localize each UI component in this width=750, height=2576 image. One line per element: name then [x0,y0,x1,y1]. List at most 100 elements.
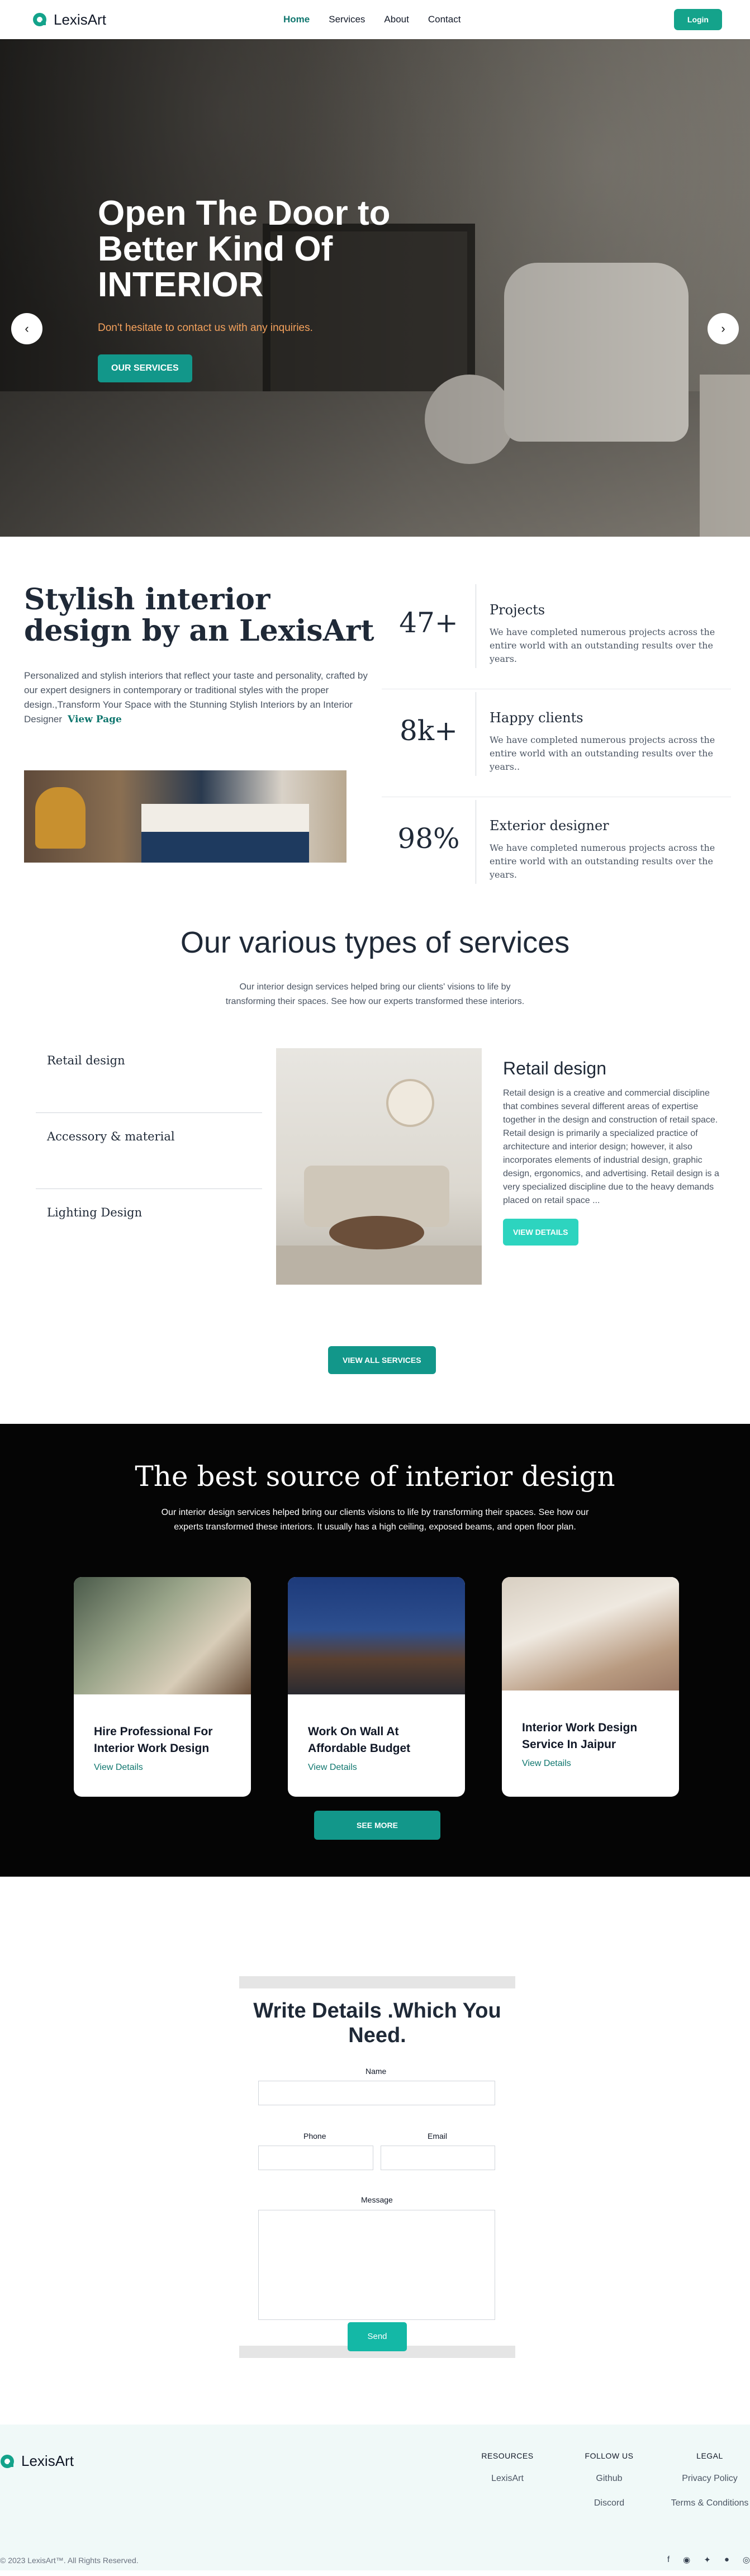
discord-icon[interactable]: ◉ [683,2555,690,2565]
service-card[interactable]: Work On Wall At Affordable Budget View D… [288,1577,465,1797]
stat-value: 98% [397,822,460,855]
nav-services[interactable]: Services [329,14,365,25]
phone-input[interactable] [258,2146,373,2170]
stat-body: Projects We have completed numerous proj… [476,584,721,668]
services-section: Our various types of services Our interi… [0,889,750,1424]
card-title: Work On Wall At Affordable Budget [308,1725,411,1755]
stat-projects: 47+ Projects We have completed numerous … [382,581,731,689]
service-detail-text: Retail design is a creative and commerci… [503,1088,719,1205]
our-services-button[interactable]: OUR SERVICES [98,354,192,382]
hero-subtitle: Don't hesitate to contact us with any in… [98,322,313,334]
stats-list: 47+ Projects We have completed numerous … [382,581,731,905]
logo-icon [1,2454,14,2468]
footer-link[interactable]: Terms & Conditions [659,2498,750,2508]
social-icons: f ◉ ✦ ● ◎ [667,2555,750,2565]
email-label: Email [428,2132,448,2141]
card-title: Interior Work Design Service In Jaipur [522,1721,638,1751]
service-card[interactable]: Hire Professional For Interior Work Desi… [74,1577,251,1797]
stat-text: We have completed numerous projects acro… [490,735,715,772]
facebook-icon[interactable]: f [667,2555,670,2565]
hero-content: Open The Door to Better Kind Of INTERIOR… [98,196,444,382]
chevron-left-icon: ‹ [25,321,29,335]
hero-section: Open The Door to Better Kind Of INTERIOR… [0,39,750,537]
logo-icon [33,13,46,26]
brand-name: LexisArt [54,11,106,28]
stat-value: 47+ [399,607,458,639]
carousel-prev-button[interactable]: ‹ [11,313,42,344]
wall-clock-shape [386,1079,434,1127]
name-label: Name [365,2067,387,2076]
chevron-right-icon: › [721,321,725,335]
services-list: Retail design Accessory & material Light… [36,1037,262,1265]
copyright-text: © 2023 LexisArt™. All Rights Reserved. [0,2556,139,2565]
github-icon[interactable]: ● [724,2555,729,2565]
footer-col-resources: RESOURCES LexisArt [474,2451,541,2498]
card-view-details-link[interactable]: View Details [522,1759,679,1769]
login-button[interactable]: Login [673,9,722,30]
hero-title-line-2: Better Kind Of [98,230,333,268]
stat-text: We have completed numerous projects acro… [490,842,715,880]
carousel-next-button[interactable]: › [708,313,739,344]
stat-body: Happy clients We have completed numerous… [476,692,721,776]
message-textarea[interactable] [258,2210,495,2320]
contact-form: Write Details .Which You Need. Name Phon… [239,1976,515,2358]
card-title: Hire Professional For Interior Work Desi… [94,1725,213,1755]
message-label: Message [361,2195,393,2204]
intro-section: Stylish interior design by an LexisArt P… [0,537,750,889]
best-subtitle: Our interior design services helped brin… [161,1508,589,1532]
footer-link[interactable]: LexisArt [474,2474,541,2484]
service-card[interactable]: Interior Work Design Service In Jaipur V… [502,1577,679,1797]
card-view-details-link[interactable]: View Details [94,1763,251,1773]
services-title: Our various types of services [180,926,570,959]
hero-title: Open The Door to Better Kind Of INTERIOR [98,196,444,303]
site-footer: LexisArt RESOURCES LexisArt FOLLOW US Gi… [0,2425,750,2570]
footer-heading: FOLLOW US [585,2451,634,2460]
service-item-accessory[interactable]: Accessory & material [36,1113,262,1189]
service-detail-title: Retail design [503,1058,606,1078]
stat-value: 8k+ [399,714,458,747]
best-title: The best source of interior design [135,1460,615,1493]
see-more-button[interactable]: SEE MORE [314,1811,440,1840]
stat-body: Exterior designer We have completed nume… [476,800,721,884]
main-nav: Home Services About Contact [283,14,461,25]
stat-title: Exterior designer [490,818,609,834]
view-page-link[interactable]: View Page [68,714,122,725]
bedroom-blanket-shape [141,832,309,863]
card-view-details-link[interactable]: View Details [308,1763,465,1773]
send-button[interactable]: Send [348,2322,407,2351]
view-all-services-button[interactable]: VIEW ALL SERVICES [328,1346,436,1374]
footer-brand-logo[interactable]: LexisArt [0,2452,74,2470]
footer-link[interactable]: Discord [576,2498,643,2508]
footer-col-legal: LEGAL Privacy Policy Terms & Conditions [659,2451,750,2523]
nav-about[interactable]: About [384,14,409,25]
hero-title-line-1: Open The Door to [98,194,391,233]
living-room-image [276,1048,482,1285]
bedroom-chair-shape [35,787,86,849]
top-navbar: LexisArt Home Services About Contact Log… [0,0,750,39]
footer-heading: LEGAL [696,2451,723,2460]
intro-description: Personalized and stylish interiors that … [24,669,371,727]
card-image [502,1577,679,1690]
name-input[interactable] [258,2081,495,2105]
coffee-table-shape [329,1216,424,1249]
twitter-icon[interactable]: ✦ [704,2555,711,2565]
footer-heading: RESOURCES [481,2451,534,2460]
service-detail: Retail design Retail design is a creativ… [503,1058,727,1246]
nav-home[interactable]: Home [283,14,310,25]
stat-title: Projects [490,602,545,618]
service-item-lighting[interactable]: Lighting Design [36,1189,262,1265]
footer-link[interactable]: Github [576,2474,643,2484]
service-item-retail[interactable]: Retail design [36,1037,262,1113]
footer-brand-name: LexisArt [21,2452,74,2469]
footer-link[interactable]: Privacy Policy [659,2474,750,2484]
rug-shape [276,1246,482,1285]
hero-title-line-3: INTERIOR [98,266,264,304]
stat-title: Happy clients [490,710,583,726]
view-details-button[interactable]: VIEW DETAILS [503,1219,578,1246]
email-input[interactable] [381,2146,495,2170]
bedroom-image [24,770,346,863]
dribbble-icon[interactable]: ◎ [743,2555,750,2565]
nav-contact[interactable]: Contact [428,14,461,25]
contact-form-section: Write Details .Which You Need. Name Phon… [0,1877,750,2425]
brand-logo[interactable]: LexisArt [32,11,106,29]
